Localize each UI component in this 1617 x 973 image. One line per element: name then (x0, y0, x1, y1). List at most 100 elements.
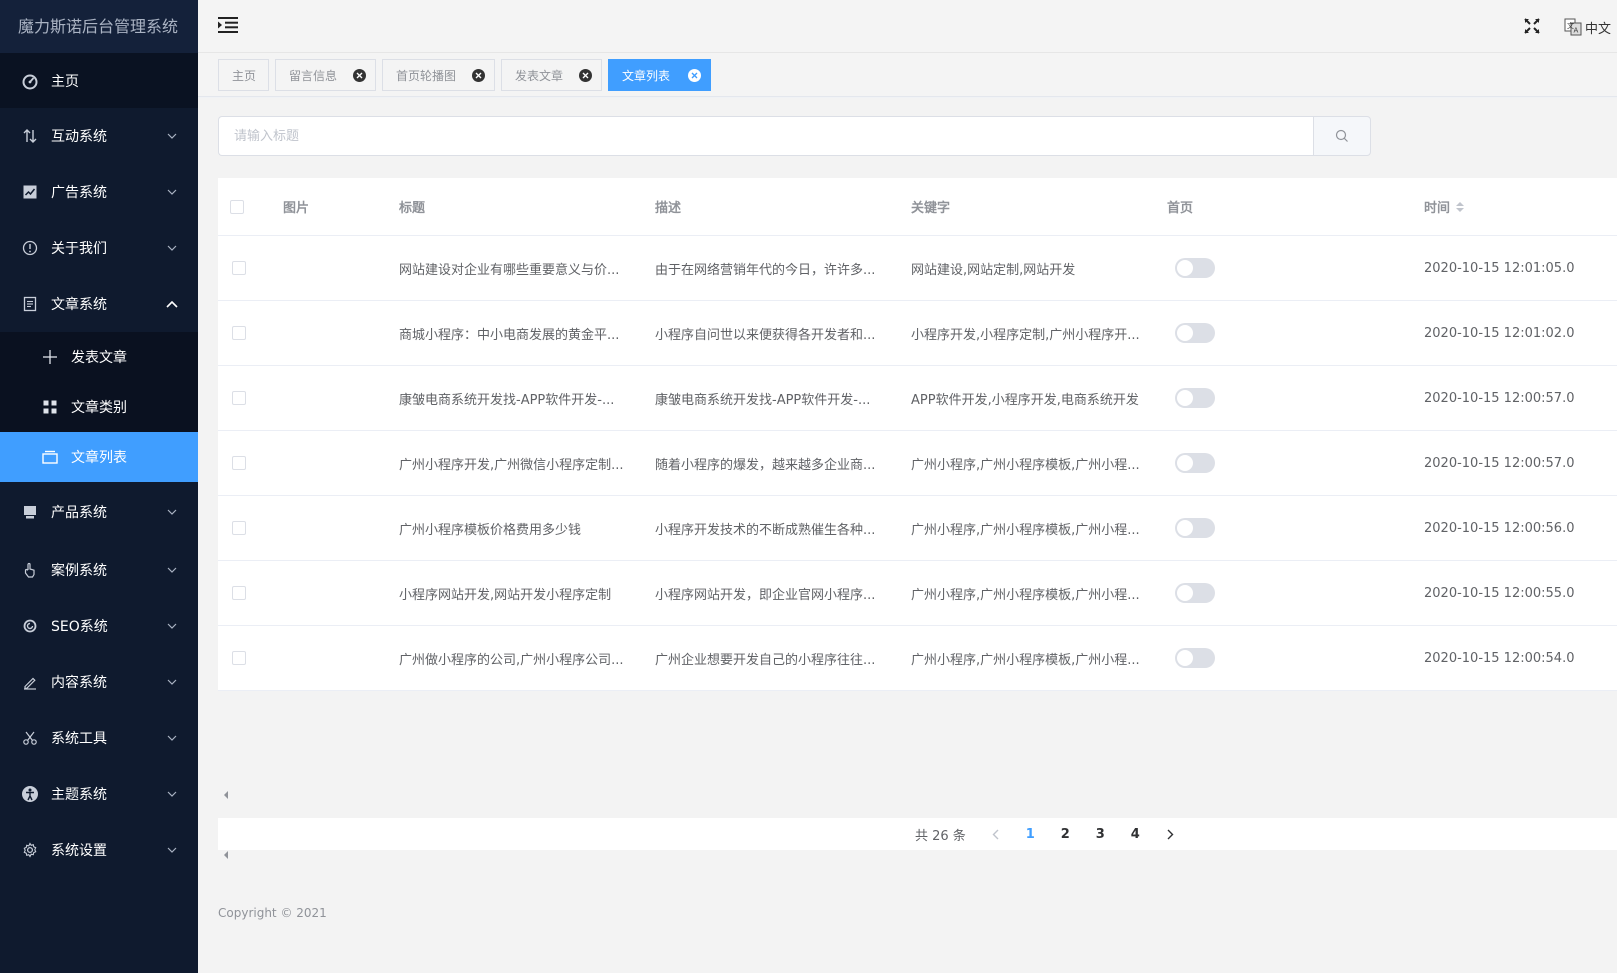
sidebar-item-publish-article[interactable]: 发表文章 (0, 332, 198, 382)
page-button[interactable]: 1 (1013, 820, 1048, 848)
sidebar-item-interaction[interactable]: 互动系统 (0, 108, 198, 164)
row-checkbox[interactable] (232, 586, 246, 600)
chevron-right-icon (1167, 829, 1174, 839)
close-icon[interactable] (688, 69, 701, 82)
sidebar-subitem-label: 文章列表 (71, 450, 127, 466)
home-toggle[interactable] (1175, 388, 1215, 408)
page-button[interactable]: 4 (1118, 820, 1153, 848)
row-description: 小程序自问世以来便获得各开发者和... (655, 327, 876, 343)
sidebar-item-about[interactable]: 关于我们 (0, 220, 198, 276)
sidebar-item-cases[interactable]: 案例系统 (0, 542, 198, 598)
tab-article-list[interactable]: 文章列表 (608, 59, 711, 91)
home-toggle[interactable] (1175, 258, 1215, 278)
row-kw-cell: 小程序开发,小程序定制,广州小程序开... (911, 301, 1156, 365)
row-image (283, 301, 393, 365)
product-icon (20, 502, 40, 522)
close-icon[interactable] (353, 69, 366, 82)
theme-icon (20, 784, 40, 804)
tab-label: 发表文章 (515, 68, 564, 83)
sidebar-item-label: SEO系统 (51, 619, 108, 635)
sidebar-item-article-list[interactable]: 文章列表 (0, 432, 198, 482)
chevron-down-icon (166, 242, 178, 254)
sidebar-item-tools[interactable]: 系统工具 (0, 710, 198, 766)
fullscreen-button[interactable] (1524, 18, 1542, 36)
sort-icon[interactable] (1456, 201, 1465, 212)
row-time-cell: 2020-10-15 12:00:54.0 (1424, 626, 1617, 690)
row-time: 2020-10-15 12:00:57.0 (1424, 455, 1575, 471)
row-time-cell: 2020-10-15 12:01:05.0 (1424, 236, 1617, 300)
footer-copyright: Copyright © 2021 (218, 906, 327, 920)
sidebar-item-themes[interactable]: 主题系统 (0, 766, 198, 822)
row-keywords: 广州小程序,广州小程序模板,广州小程... (911, 587, 1140, 603)
tab-messages[interactable]: 留言信息 (275, 59, 376, 91)
table-header: 图片 标题 描述 关键字 首页 时间 (218, 178, 1617, 236)
home-toggle[interactable] (1175, 583, 1215, 603)
tab-home-carousel[interactable]: 首页轮播图 (382, 59, 495, 91)
tab-publish-article[interactable]: 发表文章 (501, 59, 602, 91)
scroll-left-icon[interactable] (224, 851, 228, 859)
table-horizontal-scrollbar[interactable] (218, 788, 1617, 802)
row-time-cell: 2020-10-15 12:00:57.0 (1424, 366, 1617, 430)
column-header-home: 首页 (1167, 201, 1194, 216)
scroll-left-icon[interactable] (224, 791, 228, 799)
row-keywords: 广州小程序,广州小程序模板,广州小程... (911, 457, 1140, 473)
sidebar-item-label: 广告系统 (51, 185, 107, 201)
select-all-checkbox[interactable] (230, 199, 244, 214)
close-icon[interactable] (472, 69, 485, 82)
search-input[interactable] (218, 116, 1313, 156)
row-checkbox[interactable] (232, 391, 246, 405)
column-header-image: 图片 (283, 201, 310, 216)
sidebar-item-label: 关于我们 (51, 241, 107, 257)
menu-fold-button[interactable] (218, 17, 240, 37)
close-icon[interactable] (579, 69, 592, 82)
row-checkbox[interactable] (232, 651, 246, 665)
home-toggle[interactable] (1175, 518, 1215, 538)
sidebar-item-products[interactable]: 产品系统 (0, 482, 198, 542)
search-button[interactable] (1313, 116, 1371, 156)
row-title-cell: 广州做小程序的公司,广州小程序公司... (399, 626, 639, 690)
chevron-down-icon (166, 564, 178, 576)
row-checkbox[interactable] (232, 456, 246, 470)
column-header-time[interactable]: 时间 (1424, 178, 1617, 235)
row-keywords: 广州小程序,广州小程序模板,广州小程... (911, 522, 1140, 538)
sidebar-item-seo[interactable]: SEO系统 (0, 598, 198, 654)
translate-icon: 文A (1564, 18, 1582, 36)
language-switch[interactable]: 文A 中文 (1564, 16, 1611, 38)
sidebar-item-article-category[interactable]: 文章类别 (0, 382, 198, 432)
row-title: 康皱电商系统开发找-APP软件开发-... (399, 392, 615, 408)
next-page-button[interactable] (1153, 820, 1188, 848)
home-toggle[interactable] (1175, 648, 1215, 668)
row-checkbox[interactable] (232, 326, 246, 340)
row-description: 小程序开发技术的不断成熟催生各种... (655, 522, 876, 538)
svg-text:A: A (1574, 27, 1579, 35)
tab-home[interactable]: 主页 (218, 59, 269, 91)
sidebar-item-label: 主题系统 (51, 787, 107, 803)
row-desc-cell: 随着小程序的爆发，越来越多企业商... (655, 431, 895, 495)
interaction-icon (20, 126, 40, 146)
row-check-cell (230, 366, 260, 430)
sidebar-item-articles[interactable]: 文章系统 (0, 276, 198, 332)
sidebar-item-label: 互动系统 (51, 129, 107, 145)
sidebar-item-content[interactable]: 内容系统 (0, 654, 198, 710)
row-desc-cell: 康皱电商系统开发找-APP软件开发-... (655, 366, 895, 430)
menu-fold-icon (218, 17, 238, 33)
tab-label: 主页 (232, 68, 257, 83)
row-checkbox[interactable] (232, 521, 246, 535)
page-button[interactable]: 3 (1083, 820, 1118, 848)
row-check-cell (230, 561, 260, 625)
info-icon (20, 238, 40, 258)
row-keywords: 广州小程序,广州小程序模板,广州小程... (911, 652, 1140, 668)
row-checkbox[interactable] (232, 261, 246, 275)
page-button[interactable]: 2 (1048, 820, 1083, 848)
pagination-horizontal-scrollbar[interactable] (218, 848, 1617, 862)
row-home-cell (1167, 301, 1267, 365)
sidebar-item-settings[interactable]: 系统设置 (0, 822, 198, 878)
sidebar-item-home[interactable]: 主页 (0, 53, 198, 108)
home-toggle[interactable] (1175, 453, 1215, 473)
row-image (283, 431, 393, 495)
sidebar-item-ads[interactable]: 广告系统 (0, 164, 198, 220)
row-desc-cell: 小程序网站开发，即企业官网小程序... (655, 561, 895, 625)
home-toggle[interactable] (1175, 323, 1215, 343)
prev-page-button[interactable] (978, 820, 1013, 848)
row-kw-cell: 网站建设,网站定制,网站开发 (911, 236, 1156, 300)
